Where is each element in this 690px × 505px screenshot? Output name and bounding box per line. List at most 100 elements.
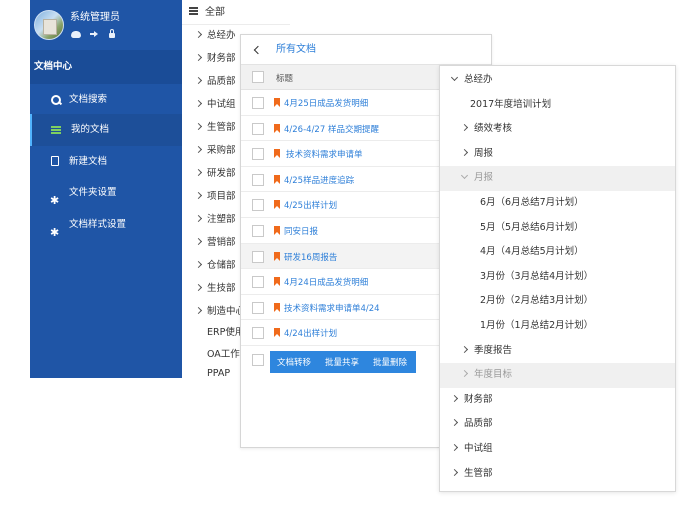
department-item[interactable]: 总经办 — [194, 27, 236, 41]
row-checkbox[interactable] — [252, 97, 264, 109]
tree-node[interactable]: 生管部 — [440, 462, 675, 487]
department-label: 生技部 — [207, 283, 236, 294]
back-icon[interactable] — [253, 45, 263, 55]
department-item[interactable]: 制造中心 — [194, 303, 245, 317]
department-subitem[interactable]: ERP使用 — [207, 324, 244, 338]
tree-node[interactable]: 5月（5月总结6月计划） — [440, 216, 675, 241]
chevron-right-icon — [450, 468, 459, 476]
tree-node[interactable]: 财务部 — [440, 388, 675, 413]
tree-node[interactable]: 总经办 — [440, 68, 675, 93]
avatar[interactable] — [34, 10, 64, 40]
tree-node-label: 年度目标 — [474, 369, 513, 381]
chevron-right-icon — [460, 148, 469, 156]
document-link[interactable]: 同安日报 — [284, 225, 318, 237]
bookmark-icon — [274, 302, 280, 312]
row-checkbox[interactable] — [252, 250, 264, 263]
tree-node-label: 2月份（2月总结3月计划） — [480, 295, 594, 307]
row-checkbox[interactable] — [252, 199, 264, 212]
department-item[interactable]: 研发部 — [194, 165, 236, 179]
department-item[interactable]: 生技部 — [194, 280, 236, 294]
chevron-right-icon — [194, 168, 203, 177]
tree-node[interactable]: 品质部 — [440, 412, 675, 437]
document-link[interactable]: 4/26-4/27 样品交期提醒 — [284, 123, 379, 135]
bookmark-icon — [274, 251, 280, 261]
department-subitem[interactable]: PPAP — [207, 368, 230, 379]
tree-node[interactable]: 中试组 — [440, 437, 675, 462]
document-link[interactable]: 4月25日成品发货明细 — [284, 97, 368, 109]
tree-node[interactable]: 周报 — [440, 142, 675, 167]
tree-node[interactable]: 1月份（1月总结2月计划） — [440, 314, 675, 339]
lock-icon[interactable] — [107, 29, 117, 38]
document-link[interactable]: 4月24日成品发货明细 — [284, 276, 368, 288]
bookmark-icon — [274, 226, 280, 235]
batch-delete-button[interactable]: 批量删除 — [373, 356, 407, 368]
tree-node[interactable]: 月报 — [440, 166, 675, 191]
search-icon — [51, 95, 61, 105]
department-item[interactable]: 项目部 — [194, 188, 236, 202]
row-checkbox[interactable] — [252, 122, 264, 135]
row-checkbox[interactable] — [252, 225, 264, 237]
sign-out-icon[interactable] — [89, 29, 99, 38]
bookmark-icon — [274, 149, 280, 159]
sidebar: 系统管理员 文档中心 文档搜索 我的文档 新建文档 文件夹设置 文档样式设置 — [30, 0, 182, 378]
tree-node[interactable]: 3月份（3月总结4月计划） — [440, 265, 675, 290]
username: 系统管理员 — [70, 12, 120, 23]
row-checkbox[interactable] — [252, 327, 264, 340]
user-icons — [71, 29, 119, 41]
department-subitem[interactable]: OA工作 — [207, 346, 240, 360]
tree-node[interactable]: 6月（6月总结7月计划） — [440, 191, 675, 216]
sidebar-item-doc-style-settings[interactable]: 文档样式设置 — [30, 209, 182, 249]
select-all-checkbox[interactable] — [252, 71, 264, 83]
document-link[interactable]: 4/24出样计划 — [284, 327, 337, 339]
department-item[interactable]: 营销部 — [194, 234, 236, 248]
chevron-right-icon — [194, 283, 203, 292]
cloud-icon[interactable] — [71, 31, 81, 38]
chevron-right-icon — [450, 443, 459, 452]
row-checkbox[interactable] — [252, 301, 264, 314]
department-item[interactable]: 生管部 — [194, 119, 236, 133]
department-item[interactable]: 注塑部 — [194, 211, 236, 225]
row-checkbox[interactable] — [252, 148, 264, 161]
document-link[interactable]: 4/25样品进度追踪 — [284, 174, 354, 186]
document-link[interactable]: 研发16周报告 — [284, 251, 337, 263]
sidebar-item-my-docs[interactable]: 我的文档 — [30, 114, 182, 146]
department-label: 财务部 — [207, 53, 236, 64]
documents-title: 所有文档 — [276, 44, 316, 55]
menu-icon — [189, 10, 198, 12]
sidebar-item-label: 文档样式设置 — [69, 219, 127, 230]
batch-share-button[interactable]: 批量共享 — [325, 356, 359, 368]
tree-node[interactable]: 季度报告 — [440, 339, 675, 364]
sidebar-item-new-doc[interactable]: 新建文档 — [30, 146, 182, 178]
department-item[interactable]: 采购部 — [194, 142, 236, 156]
document-link[interactable]: 4/25出样计划 — [284, 199, 337, 211]
bookmark-icon — [274, 200, 280, 210]
file-icon — [51, 156, 59, 166]
tree-node[interactable]: 2017年度培训计划 — [440, 93, 675, 118]
department-label: 研发部 — [207, 168, 236, 179]
department-item[interactable]: 品质部 — [194, 73, 236, 87]
department-label: 采购部 — [207, 145, 236, 156]
sidebar-item-doc-search[interactable]: 文档搜索 — [30, 84, 182, 116]
department-item[interactable]: 财务部 — [194, 50, 236, 64]
tree-node[interactable]: 绩效考核 — [440, 117, 675, 142]
footer-checkbox[interactable] — [252, 354, 264, 366]
tree-node-label: 生管部 — [464, 467, 493, 479]
tree-node[interactable]: 2月份（2月总结3月计划） — [440, 289, 675, 314]
document-link[interactable]: 技术资料需求申请单 — [286, 148, 363, 160]
tree-node-label: 财务部 — [464, 393, 493, 405]
department-header[interactable]: 全部 — [182, 0, 290, 25]
tree-node-label: 月报 — [474, 172, 494, 184]
tree-node[interactable]: 年度目标 — [440, 363, 675, 388]
department-item[interactable]: 仓储部 — [194, 257, 236, 271]
chevron-down-icon — [460, 172, 469, 180]
row-checkbox[interactable] — [252, 173, 264, 186]
sidebar-item-folder-settings[interactable]: 文件夹设置 — [30, 177, 182, 217]
document-link[interactable]: 技术资料需求申请单4/24 — [284, 302, 380, 314]
column-header-title: 标题 — [276, 74, 294, 84]
tree-node-label: 6月（6月总结7月计划） — [480, 197, 584, 208]
department-item[interactable]: 中试组 — [194, 96, 236, 110]
tree-node[interactable]: 4月（4月总结5月计划） — [440, 240, 675, 265]
chevron-right-icon — [194, 99, 203, 108]
row-checkbox[interactable] — [252, 276, 264, 289]
move-document-button[interactable]: 文档转移 — [277, 356, 311, 368]
